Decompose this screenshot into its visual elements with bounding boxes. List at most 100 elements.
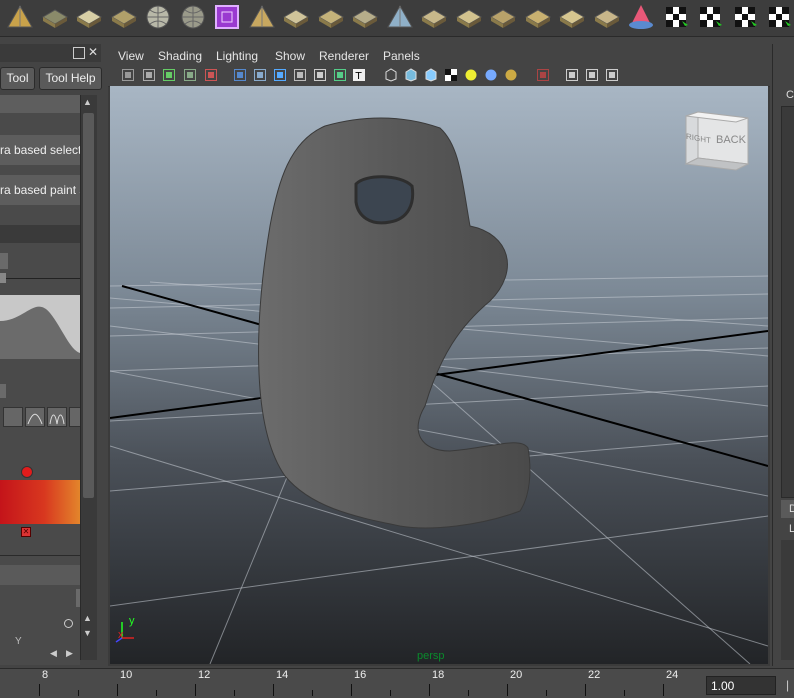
shaded-cube-icon[interactable] (404, 68, 418, 82)
menu-panels[interactable]: Panels (383, 49, 420, 63)
xray-icon[interactable] (313, 68, 327, 82)
tool-settings-header: ✕ (0, 44, 101, 62)
scroll-up-icon-2[interactable]: ▲ (83, 613, 92, 623)
tool-reset-button[interactable]: Tool (0, 67, 35, 90)
curve-preset-flat-icon[interactable] (3, 407, 23, 427)
curve-preset-peak-icon[interactable] (25, 407, 45, 427)
scrollbar-thumb[interactable] (83, 113, 94, 498)
curve-preset-double-icon[interactable] (47, 407, 67, 427)
section-header[interactable] (0, 95, 80, 113)
shade-wire-icon[interactable] (293, 68, 307, 82)
viewcube-back-face[interactable]: BACK (716, 134, 746, 146)
radio-button[interactable] (64, 619, 73, 628)
close-panel-icon[interactable]: ✕ (88, 45, 98, 59)
menu-view[interactable]: View (118, 49, 144, 63)
bookmark-icon[interactable] (162, 68, 176, 82)
smooth-shade-icon[interactable] (273, 68, 287, 82)
graph-icon[interactable] (605, 68, 619, 82)
menu-lighting[interactable]: Lighting (216, 49, 258, 63)
scroll-down-icon[interactable]: ▼ (83, 628, 92, 638)
tool-settings-content: ra based select ra based paint s ✕ Y (0, 95, 82, 665)
grease-pencil-icon[interactable] (204, 68, 218, 82)
camera-select-checkbox-label[interactable]: ra based select (0, 135, 80, 165)
slider-handle[interactable] (0, 273, 6, 283)
textured-cube-icon[interactable] (424, 68, 438, 82)
checker-flag-3-icon[interactable] (731, 3, 759, 31)
viewport-canvas: y x persp (110, 86, 768, 664)
menu-show[interactable]: Show (275, 49, 305, 63)
checker-flag-4-icon[interactable] (765, 3, 793, 31)
right-panel-list (781, 540, 794, 660)
plane-7-icon[interactable] (593, 3, 621, 31)
timeline-tick-label: 14 (276, 669, 289, 681)
plane-5-icon[interactable] (524, 3, 552, 31)
3d-viewport[interactable]: y x persp (110, 86, 768, 664)
color-ramp-delete-icon[interactable]: ✕ (21, 527, 31, 537)
panel-menubar (108, 46, 770, 66)
plane-grid-icon[interactable] (75, 3, 103, 31)
text-icon[interactable]: T (352, 68, 366, 82)
right-panel-tab[interactable]: C (786, 89, 794, 101)
menu-shading[interactable]: Shading (158, 49, 202, 63)
timeline-major-tick (507, 684, 508, 696)
split-view-icon[interactable] (585, 68, 599, 82)
camera-select-icon[interactable] (121, 68, 135, 82)
timeline-minor-tick (546, 690, 547, 696)
graph-stub[interactable] (0, 384, 6, 398)
slider-track[interactable] (0, 278, 80, 279)
yellow-sphere-icon[interactable] (464, 68, 478, 82)
checker-icon[interactable] (444, 68, 458, 82)
float-panel-icon[interactable] (73, 47, 85, 59)
cube-faces-icon[interactable] (317, 3, 345, 31)
camera-attr-icon[interactable] (142, 68, 156, 82)
subdivision-icon[interactable] (110, 3, 138, 31)
falloff-curve-svg (0, 306, 80, 359)
menu-renderer[interactable]: Renderer (319, 49, 369, 63)
pyramid-2-icon[interactable] (248, 3, 276, 31)
cylinder-icon[interactable] (41, 3, 69, 31)
current-frame-field[interactable]: 1.00 (706, 676, 776, 695)
color-ramp-top-handle[interactable] (21, 466, 33, 478)
camera-paint-checkbox-label[interactable]: ra based paint s (0, 175, 80, 205)
falloff-curve-graph[interactable] (0, 295, 80, 359)
select-tool-icon[interactable] (282, 3, 310, 31)
checker-flag-2-icon[interactable] (696, 3, 724, 31)
isolate-icon[interactable] (565, 68, 579, 82)
light-icon[interactable] (627, 3, 655, 31)
dropdown-stub[interactable] (0, 253, 8, 269)
plane-4-icon[interactable] (489, 3, 517, 31)
plane-6-icon[interactable] (558, 3, 586, 31)
gold-sphere-icon[interactable] (504, 68, 518, 82)
grid-icon[interactable] (253, 68, 267, 82)
image-plane-icon[interactable] (183, 68, 197, 82)
light-sphere-icon[interactable] (484, 68, 498, 82)
plane-icon[interactable] (351, 3, 379, 31)
color-ramp[interactable] (0, 480, 80, 524)
sphere-nurbs-icon[interactable] (144, 3, 172, 31)
scroll-left-icon[interactable]: ◀ (50, 648, 57, 659)
right-panel-l-label: L (789, 523, 794, 535)
texture-icon[interactable] (333, 68, 347, 82)
pyramid-icon[interactable] (6, 3, 34, 31)
cube-purple-icon[interactable] (213, 3, 241, 31)
timeline-major-tick (663, 684, 664, 696)
tool-help-button[interactable]: Tool Help (39, 67, 102, 90)
sphere-nurbs-2-icon[interactable] (179, 3, 207, 31)
scroll-up-icon[interactable]: ▲ (83, 97, 92, 107)
axis-y-letter: y (129, 615, 135, 627)
axis-x-letter: x (118, 629, 124, 641)
plane-2-icon[interactable] (420, 3, 448, 31)
select-region-icon[interactable] (536, 68, 550, 82)
checker-flag-icon[interactable] (662, 3, 690, 31)
plane-3-icon[interactable] (455, 3, 483, 31)
cone-icon[interactable] (386, 3, 414, 31)
viewcube[interactable]: RIGHT BACK (676, 110, 754, 174)
wireframe-icon[interactable] (233, 68, 247, 82)
field-row[interactable] (0, 565, 80, 585)
tool-settings-scrollbar[interactable]: ▲ ▲ ▼ (80, 95, 97, 660)
timeline-tick-label: 24 (666, 669, 679, 681)
scroll-right-icon[interactable]: ▶ (66, 648, 73, 659)
go-to-start-icon[interactable]: | (786, 678, 789, 692)
camera-label: persp (417, 650, 445, 662)
wireframe-cube-icon[interactable] (384, 68, 398, 82)
